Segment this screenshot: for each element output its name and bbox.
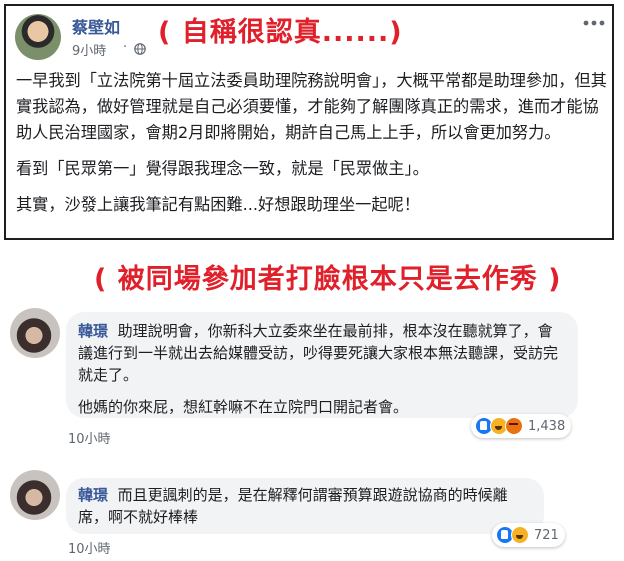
post-author-name[interactable]: 蔡壁如 [72,14,120,38]
reaction-summary[interactable]: 1,438 [471,414,572,438]
post-paragraph: 一早我到「立法院第十屆立法委員助理院務說明會」，大概平常都是助理參加，但其實我認… [16,71,607,142]
post-body: 一早我到「立法院第十屆立法委員助理院務說明會」，大概平常都是助理參加，但其實我認… [16,68,608,228]
author-avatar[interactable] [15,14,61,60]
comment-bubble: 韓璟 而且更諷刺的是，是在解釋何謂審預算跟遊說協商的時候離席，啊不就好棒棒 [66,478,544,534]
comment-text: 韓璟 而且更諷刺的是，是在解釋何謂審預算跟遊說協商的時候離席，啊不就好棒棒 [78,484,532,528]
post-paragraph: 其實，沙發上讓我筆記有點困難...好想跟助理坐一起呢！ [16,195,420,214]
angry-icon [505,417,523,435]
annotation-rebuttal: ( 被同場參加者打臉根本只是去作秀 ) [94,264,562,295]
annotation-self-claim: ( 自稱很認真......) [158,17,403,48]
comment-author[interactable]: 韓璟 [78,486,108,504]
comment-text-line: 而且更諷刺的是，是在解釋何謂審預算跟遊說協商的時候離席，啊不就好棒棒 [78,486,508,526]
comment-text: 韓璟 助理說明會，你新科大立委來坐在最前排，根本沒在聽就算了，會議進行到一半就出… [78,320,566,386]
haha-icon [511,526,529,544]
reaction-count: 1,438 [528,418,566,434]
comment-timestamp[interactable]: 10小時 [68,538,111,557]
post-paragraph: 看到「民眾第一」覺得跟我理念一致，就是「民眾做主」。 [16,159,429,178]
comment-timestamp[interactable]: 10小時 [68,428,111,447]
globe-icon [134,43,146,55]
comment-text-line: 助理說明會，你新科大立委來坐在最前排，根本沒在聽就算了，會議進行到一半就出去給媒… [78,322,559,384]
timestamp-separator: · [123,40,128,55]
facebook-post: 蔡壁如 9小時 · ( 自稱很認真......) 一早我到「立法院第十屆立法委員… [4,4,614,240]
reaction-count: 721 [534,527,559,543]
post-timestamp[interactable]: 9小時 [72,40,106,59]
commenter-avatar[interactable] [10,470,60,520]
commenter-avatar[interactable] [10,308,60,358]
reaction-summary[interactable]: 721 [492,523,565,547]
comment-bubble: 韓璟 助理說明會，你新科大立委來坐在最前排，根本沒在聽就算了，會議進行到一半就出… [66,312,578,418]
more-icon[interactable] [583,20,605,26]
comment-author[interactable]: 韓璟 [78,322,108,340]
